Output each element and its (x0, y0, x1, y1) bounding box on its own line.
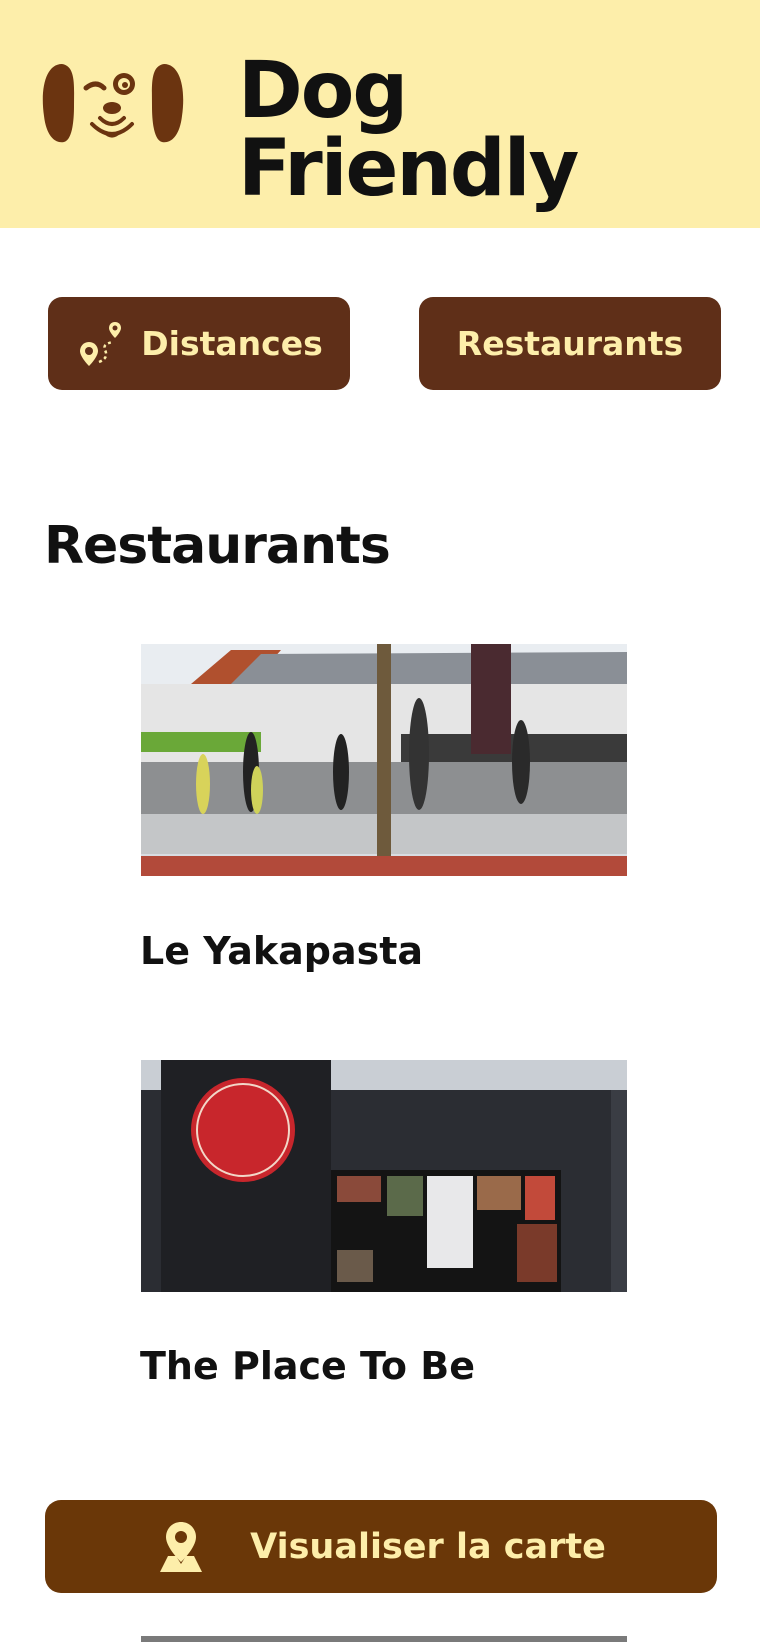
route-pin-icon (75, 318, 127, 370)
restaurants-label: Restaurants (456, 324, 684, 363)
app-title: Dog Friendly (238, 46, 579, 214)
view-map-label: Visualiser la carte (250, 1526, 606, 1567)
next-restaurant-photo (141, 1636, 627, 1642)
distances-button[interactable]: Distances (48, 297, 350, 390)
restaurant-name[interactable]: Le Yakapasta (140, 932, 423, 970)
distances-label: Distances (141, 324, 323, 363)
section-title: Restaurants (44, 516, 391, 576)
restaurants-button[interactable]: Restaurants (419, 297, 721, 390)
restaurant-photo[interactable] (141, 1060, 627, 1292)
restaurant-photo[interactable] (141, 644, 627, 876)
restaurant-name[interactable]: The Place To Be (140, 1347, 475, 1385)
app-header: Dog Friendly (0, 0, 760, 228)
view-map-button[interactable]: Visualiser la carte (45, 1500, 717, 1593)
dog-face-icon (40, 58, 186, 154)
map-pin-icon (156, 1520, 206, 1574)
